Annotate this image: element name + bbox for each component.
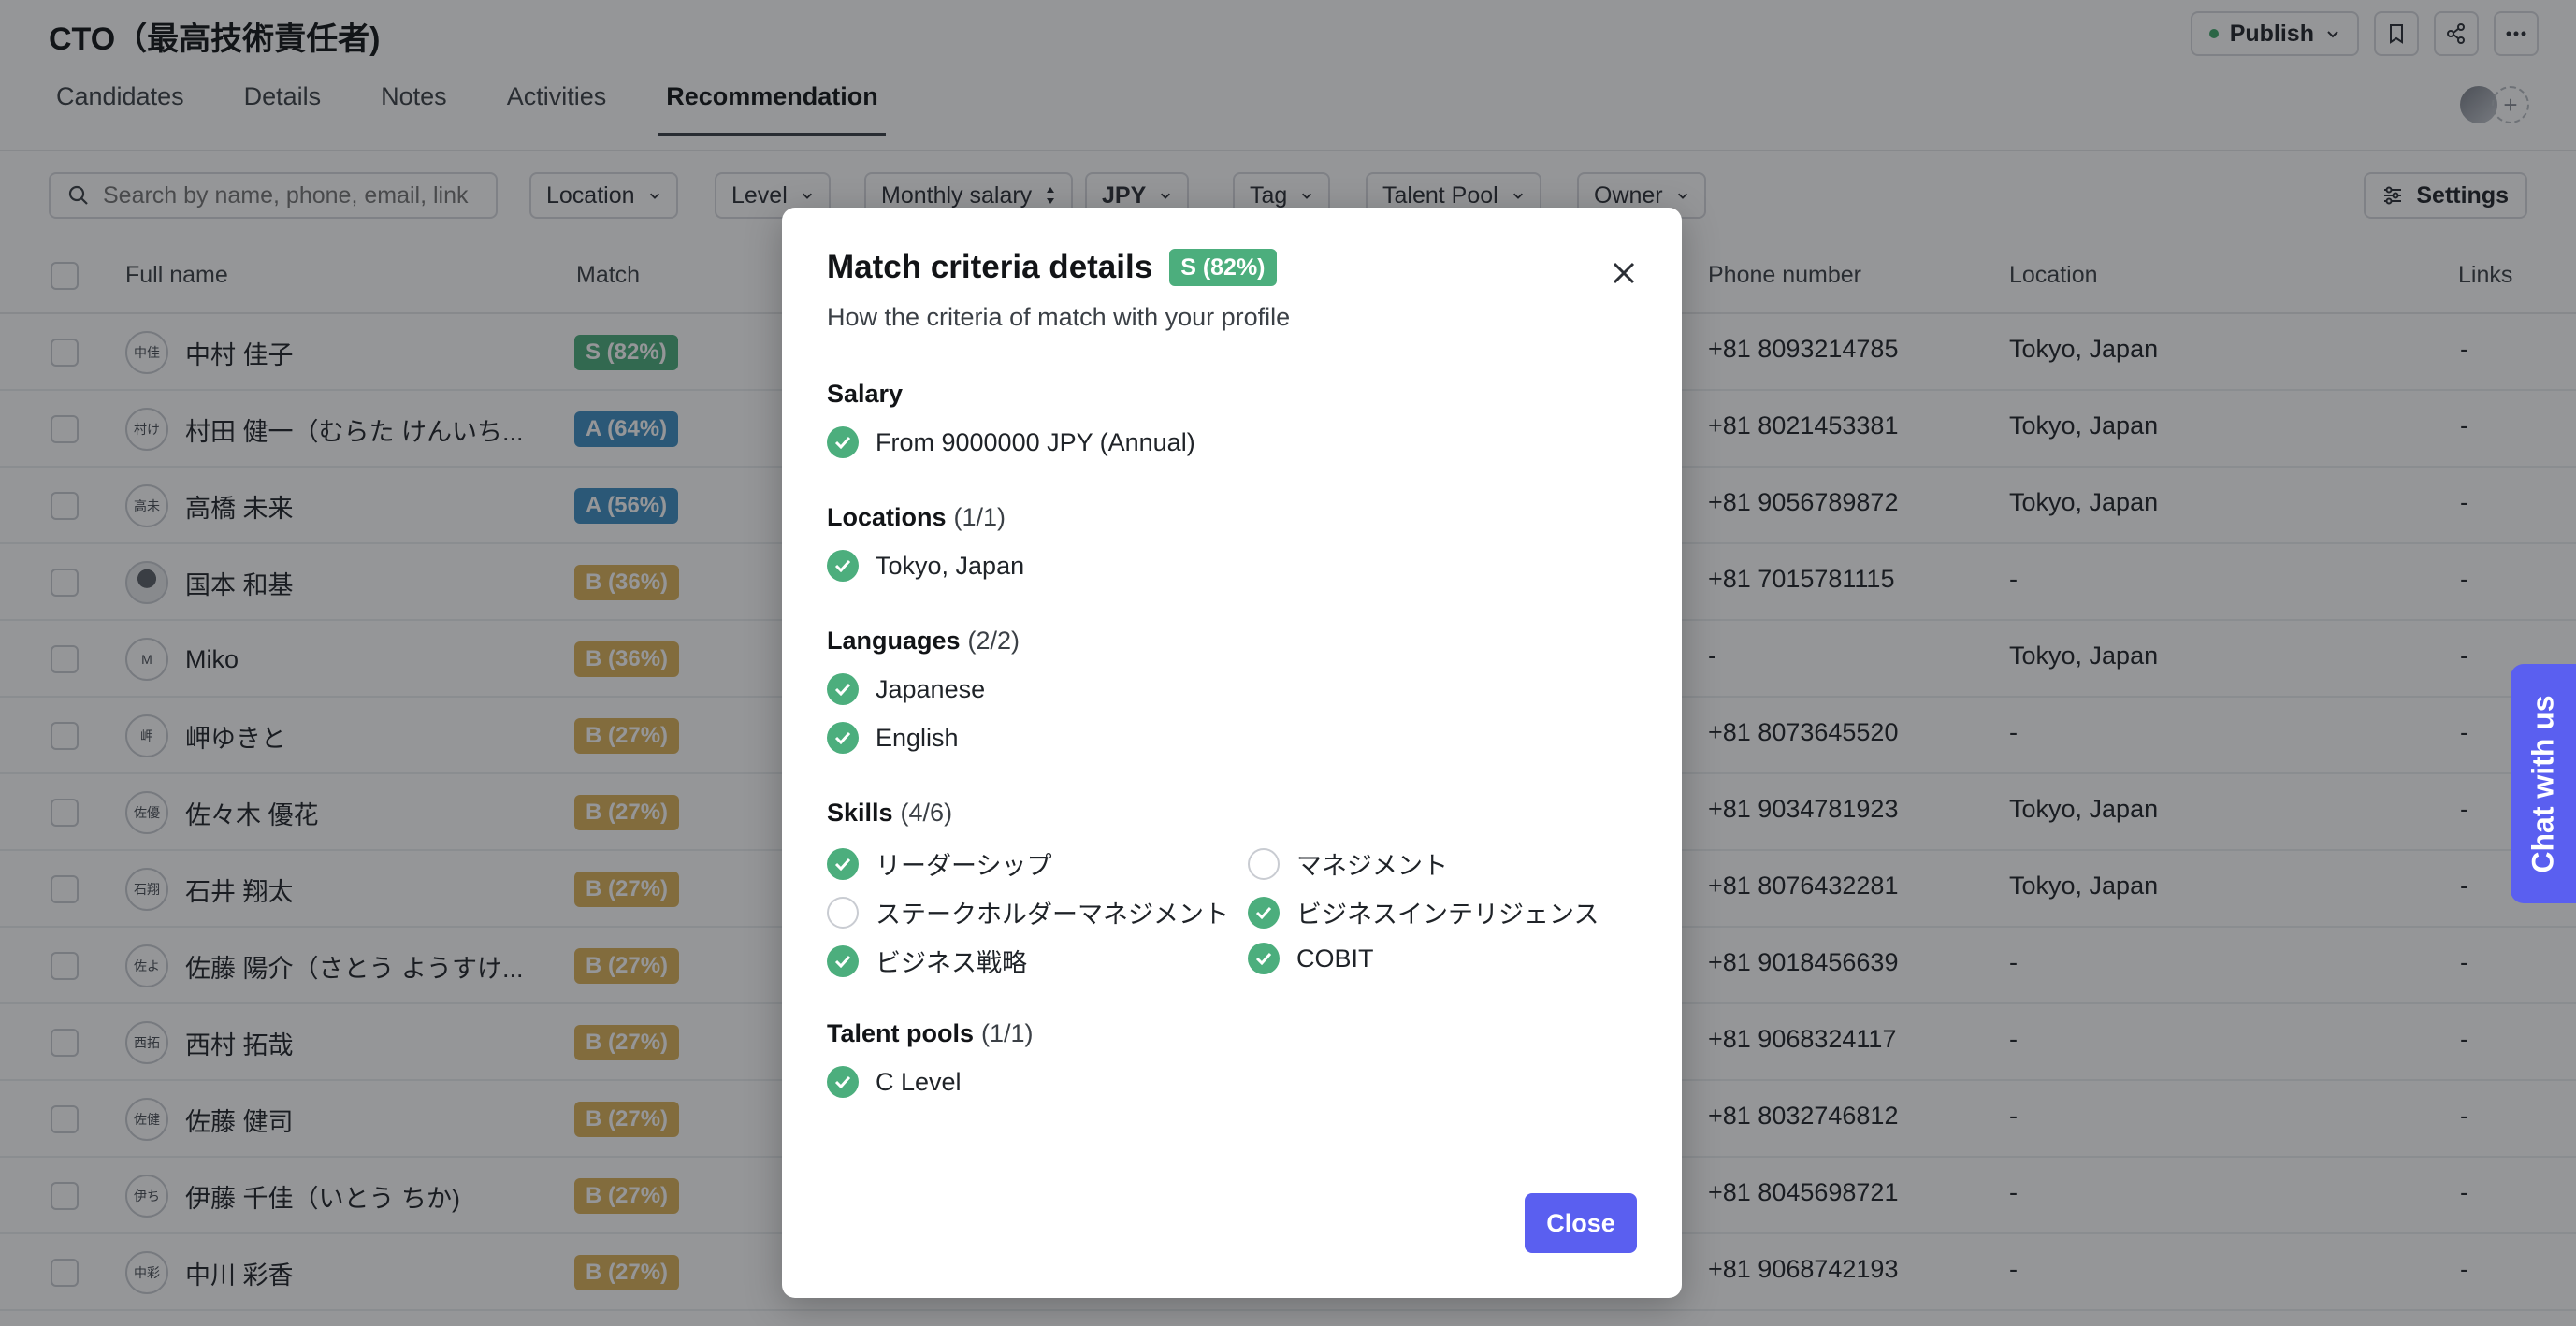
- close-button[interactable]: Close: [1525, 1193, 1637, 1253]
- salary-item: From 9000000 JPY (Annual): [827, 426, 1195, 458]
- location-item: Tokyo, Japan: [827, 550, 1024, 582]
- check-circle-icon: [827, 722, 859, 754]
- empty-circle-icon: [1248, 847, 1280, 880]
- modal-subtitle: How the criteria of match with your prof…: [827, 303, 1291, 331]
- close-icon[interactable]: [1607, 256, 1641, 290]
- chat-with-us-button[interactable]: Chat with us: [2511, 664, 2576, 903]
- check-circle-icon: [827, 944, 859, 977]
- modal-title: Match criteria details: [827, 249, 1153, 285]
- talent-pool-item: C Level: [827, 1066, 962, 1098]
- chat-label: Chat with us: [2525, 694, 2560, 873]
- skill-item: ステークホルダーマネジメント: [827, 894, 1229, 930]
- empty-circle-icon: [827, 896, 859, 929]
- check-circle-icon: [827, 673, 859, 705]
- salary-section-title: Salary: [827, 380, 904, 408]
- check-circle-icon: [827, 426, 859, 458]
- skill-item: リーダーシップ: [827, 845, 1051, 882]
- skill-item: COBIT: [1248, 943, 1374, 974]
- modal-title-row: Match criteria details S (82%): [827, 249, 1277, 286]
- check-circle-icon: [1248, 943, 1280, 974]
- locations-section-title: Locations (1/1): [827, 503, 1006, 531]
- check-circle-icon: [1248, 896, 1280, 929]
- languages-section-title: Languages (2/2): [827, 627, 1020, 655]
- skill-item: マネジメント: [1248, 845, 1448, 882]
- skill-item: ビジネス戦略: [827, 943, 1027, 979]
- match-criteria-modal: Match criteria details S (82%) How the c…: [782, 208, 1682, 1298]
- language-item: English: [827, 722, 959, 754]
- check-circle-icon: [827, 550, 859, 582]
- skills-section-title: Skills (4/6): [827, 799, 953, 827]
- check-circle-icon: [827, 1066, 859, 1098]
- talent-pools-section-title: Talent pools (1/1): [827, 1019, 1034, 1047]
- skill-item: ビジネスインテリジェンス: [1248, 894, 1599, 930]
- check-circle-icon: [827, 847, 859, 880]
- language-item: Japanese: [827, 673, 985, 705]
- match-badge: S (82%): [1169, 249, 1277, 286]
